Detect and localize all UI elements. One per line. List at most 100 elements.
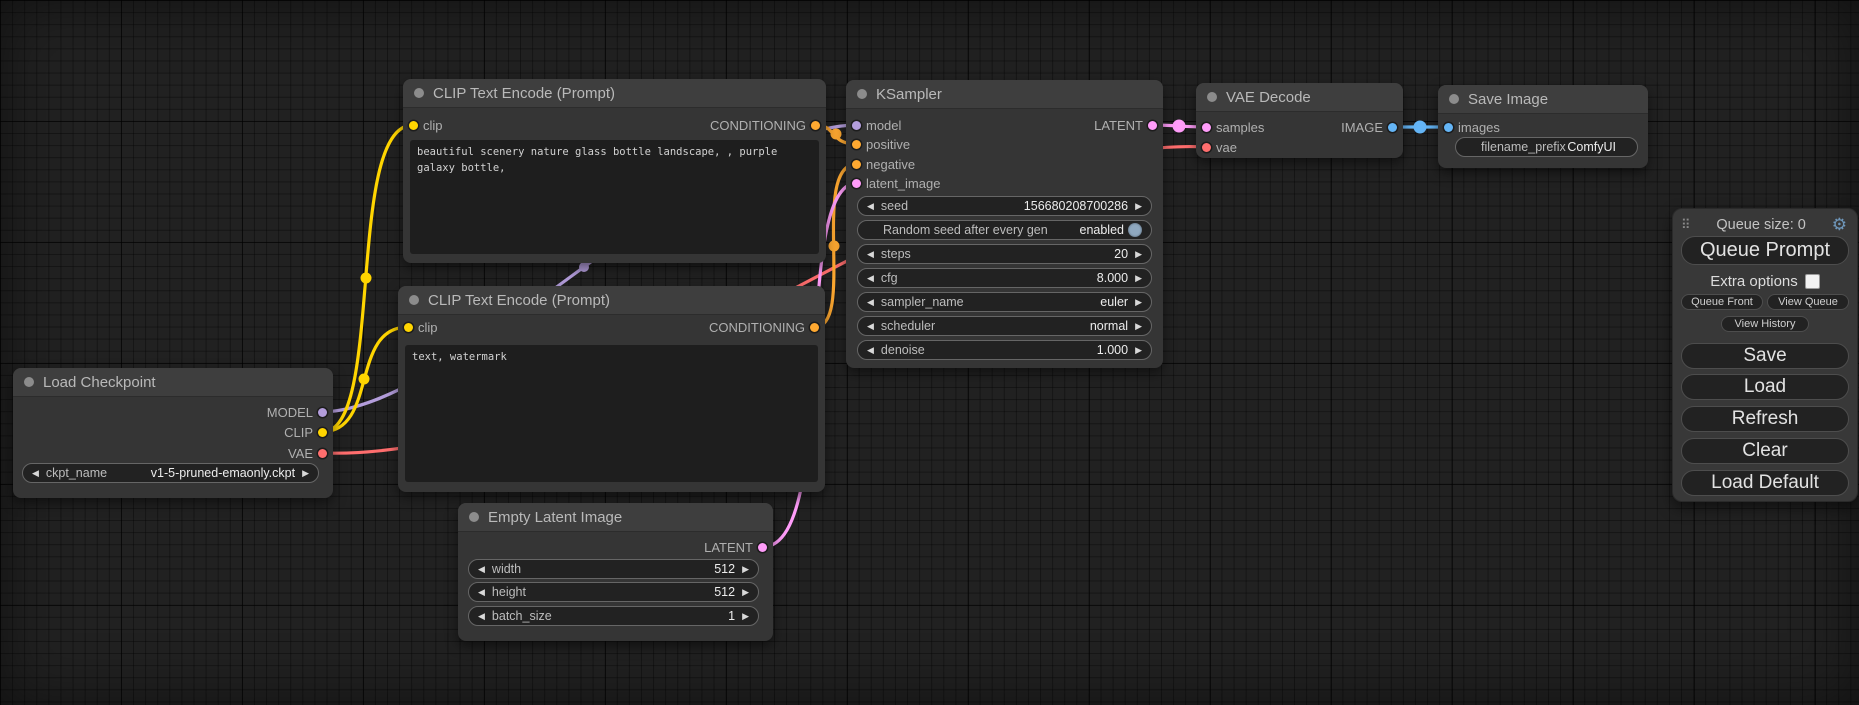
next-arrow-icon[interactable]: ▶ (1135, 298, 1142, 307)
model-port-icon[interactable] (318, 408, 327, 417)
next-arrow-icon[interactable]: ▶ (1135, 346, 1142, 355)
input-slot-negative[interactable]: negative (846, 155, 915, 173)
latent-port-icon[interactable] (852, 179, 861, 188)
prev-arrow-icon[interactable]: ◀ (867, 202, 874, 211)
prev-arrow-icon[interactable]: ◀ (867, 346, 874, 355)
node-graph-canvas[interactable]: Load Checkpoint MODEL CLIP VAE ◀ ckpt_na… (0, 0, 1859, 705)
view-history-button[interactable]: View History (1721, 316, 1809, 332)
next-arrow-icon[interactable]: ▶ (742, 612, 749, 621)
collapse-dot-icon[interactable] (24, 377, 34, 387)
prev-arrow-icon[interactable]: ◀ (867, 322, 874, 331)
input-slot-images[interactable]: images (1438, 118, 1500, 136)
sampler-name-widget[interactable]: ◀ sampler_name euler ▶ (857, 292, 1152, 312)
conditioning-port-icon[interactable] (852, 140, 861, 149)
vae-port-icon[interactable] (318, 449, 327, 458)
input-slot-samples[interactable]: samples (1196, 118, 1264, 136)
steps-widget[interactable]: ◀ steps 20 ▶ (857, 244, 1152, 264)
drag-handle-icon[interactable]: ⠿ (1681, 217, 1691, 233)
clip-port-icon[interactable] (409, 121, 418, 130)
scheduler-widget[interactable]: ◀ scheduler normal ▶ (857, 316, 1152, 336)
random-seed-toggle-widget[interactable]: Random seed after every gen enabled (857, 220, 1152, 240)
prev-arrow-icon[interactable]: ◀ (478, 565, 485, 574)
queue-prompt-button[interactable]: Queue Prompt (1681, 236, 1849, 265)
node-title-bar[interactable]: VAE Decode (1196, 83, 1403, 112)
model-port-icon[interactable] (852, 121, 861, 130)
image-port-icon[interactable] (1444, 123, 1453, 132)
collapse-dot-icon[interactable] (1207, 92, 1217, 102)
node-empty-latent-image[interactable]: Empty Latent Image LATENT ◀ width 512 ▶ … (458, 503, 773, 641)
settings-gear-icon[interactable]: ⚙ (1832, 216, 1847, 233)
image-port-icon[interactable] (1388, 123, 1397, 132)
node-load-checkpoint[interactable]: Load Checkpoint MODEL CLIP VAE ◀ ckpt_na… (13, 368, 333, 498)
width-widget[interactable]: ◀ width 512 ▶ (468, 559, 759, 579)
collapse-dot-icon[interactable] (1449, 94, 1459, 104)
output-slot-clip[interactable]: CLIP (284, 423, 333, 441)
clip-port-icon[interactable] (318, 428, 327, 437)
input-slot-latent-image[interactable]: latent_image (846, 174, 940, 192)
next-arrow-icon[interactable]: ▶ (742, 588, 749, 597)
prev-arrow-icon[interactable]: ◀ (867, 274, 874, 283)
output-slot-image[interactable]: IMAGE (1341, 118, 1403, 136)
node-clip-text-encode-positive[interactable]: CLIP Text Encode (Prompt) clip CONDITION… (403, 79, 826, 263)
next-arrow-icon[interactable]: ▶ (1135, 250, 1142, 259)
denoise-widget[interactable]: ◀ denoise 1.000 ▶ (857, 340, 1152, 360)
load-default-button[interactable]: Load Default (1681, 470, 1849, 496)
prev-arrow-icon[interactable]: ◀ (478, 612, 485, 621)
positive-prompt-textarea[interactable]: beautiful scenery nature glass bottle la… (410, 140, 819, 254)
node-clip-text-encode-negative[interactable]: CLIP Text Encode (Prompt) clip CONDITION… (398, 286, 825, 492)
queue-front-button[interactable]: Queue Front (1681, 294, 1763, 310)
next-arrow-icon[interactable]: ▶ (1135, 322, 1142, 331)
prev-arrow-icon[interactable]: ◀ (867, 250, 874, 259)
batch-size-widget[interactable]: ◀ batch_size 1 ▶ (468, 606, 759, 626)
input-slot-vae[interactable]: vae (1196, 138, 1237, 156)
input-slot-clip[interactable]: clip (398, 318, 438, 336)
input-slot-clip[interactable]: clip (403, 116, 443, 134)
next-arrow-icon[interactable]: ▶ (742, 565, 749, 574)
cfg-widget[interactable]: ◀ cfg 8.000 ▶ (857, 268, 1152, 288)
input-slot-positive[interactable]: positive (846, 135, 910, 153)
next-arrow-icon[interactable]: ▶ (1135, 202, 1142, 211)
extra-options-checkbox[interactable] (1805, 274, 1820, 289)
vae-port-icon[interactable] (1202, 143, 1211, 152)
next-arrow-icon[interactable]: ▶ (1135, 274, 1142, 283)
node-title-bar[interactable]: Save Image (1438, 85, 1648, 114)
prev-arrow-icon[interactable]: ◀ (867, 298, 874, 307)
output-slot-model[interactable]: MODEL (267, 403, 333, 421)
collapse-dot-icon[interactable] (414, 88, 424, 98)
node-title-bar[interactable]: Empty Latent Image (458, 503, 773, 532)
node-title-bar[interactable]: CLIP Text Encode (Prompt) (403, 79, 826, 108)
prev-arrow-icon[interactable]: ◀ (32, 469, 39, 478)
negative-prompt-textarea[interactable]: text, watermark (405, 345, 818, 482)
next-arrow-icon[interactable]: ▶ (302, 469, 309, 478)
seed-widget[interactable]: ◀ seed 156680208700286 ▶ (857, 196, 1152, 216)
refresh-button[interactable]: Refresh (1681, 406, 1849, 432)
collapse-dot-icon[interactable] (857, 89, 867, 99)
node-title-bar[interactable]: CLIP Text Encode (Prompt) (398, 286, 825, 315)
ckpt-name-widget[interactable]: ◀ ckpt_name v1-5-pruned-emaonly.ckpt ▶ (22, 463, 319, 483)
collapse-dot-icon[interactable] (469, 512, 479, 522)
output-slot-conditioning[interactable]: CONDITIONING (710, 116, 826, 134)
output-slot-vae[interactable]: VAE (288, 444, 333, 462)
latent-port-icon[interactable] (1148, 121, 1157, 130)
input-slot-model[interactable]: model (846, 116, 901, 134)
output-slot-conditioning[interactable]: CONDITIONING (709, 318, 825, 336)
node-title-bar[interactable]: Load Checkpoint (13, 368, 333, 397)
collapse-dot-icon[interactable] (409, 295, 419, 305)
node-title-bar[interactable]: KSampler (846, 80, 1163, 109)
output-slot-latent[interactable]: LATENT (704, 538, 773, 556)
filename-prefix-widget[interactable]: filename_prefix ComfyUI (1455, 137, 1638, 157)
load-button[interactable]: Load (1681, 374, 1849, 400)
conditioning-port-icon[interactable] (810, 323, 819, 332)
conditioning-port-icon[interactable] (811, 121, 820, 130)
prev-arrow-icon[interactable]: ◀ (478, 588, 485, 597)
toggle-knob-icon[interactable] (1128, 223, 1142, 237)
output-slot-latent[interactable]: LATENT (1094, 116, 1163, 134)
clip-port-icon[interactable] (404, 323, 413, 332)
node-vae-decode[interactable]: VAE Decode samples IMAGE vae (1196, 83, 1403, 158)
height-widget[interactable]: ◀ height 512 ▶ (468, 582, 759, 602)
latent-port-icon[interactable] (758, 543, 767, 552)
node-ksampler[interactable]: KSampler model LATENT positive negative … (846, 80, 1163, 368)
node-save-image[interactable]: Save Image images filename_prefix ComfyU… (1438, 85, 1648, 168)
view-queue-button[interactable]: View Queue (1767, 294, 1849, 310)
conditioning-port-icon[interactable] (852, 160, 861, 169)
